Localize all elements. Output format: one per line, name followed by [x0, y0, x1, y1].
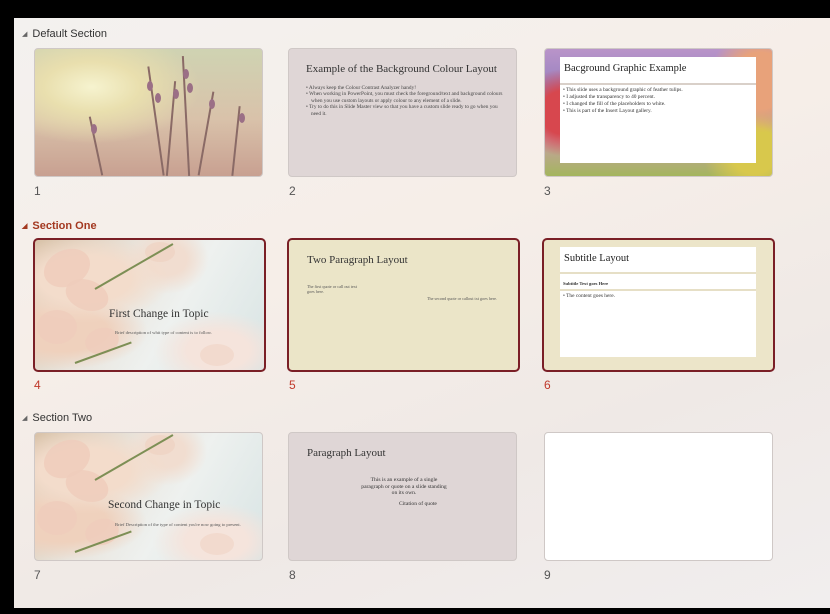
slide-title: Two Paragraph Layout — [307, 254, 408, 266]
bullet: Try to do this in Slide Master view so t… — [306, 104, 506, 117]
slide-title: Subtitle Layout — [564, 253, 630, 264]
slide-thumbnail-1[interactable] — [34, 48, 263, 177]
slide-thumbnail-8[interactable]: Paragraph Layout This is an example of a… — [288, 432, 517, 561]
slide-subtitle: Brief description of whit type of conten… — [115, 330, 212, 335]
slide-number: 8 — [289, 568, 296, 582]
section-header-one[interactable]: ◢ Section One — [22, 220, 97, 232]
section-label: Default Section — [32, 28, 107, 40]
slide-number: 6 — [544, 378, 551, 392]
slide-sorter-pane[interactable]: ◢ Default Section 1 Example of the Backg… — [14, 18, 830, 608]
paragraph-left: The first quote or call out text goes he… — [307, 284, 358, 294]
slide-bullets: This slide uses a background graphic of … — [563, 87, 683, 115]
bullet: When working in PowerPoint, you must che… — [306, 91, 506, 104]
section-header-two[interactable]: ◢ Section Two — [22, 412, 92, 424]
slide-quote: This is an example of a single paragraph… — [361, 477, 447, 497]
collapse-triangle-icon[interactable]: ◢ — [22, 414, 27, 422]
slide-title: Example of the Background Colour Layout — [306, 63, 497, 75]
slide-thumbnail-2[interactable]: Example of the Background Colour Layout … — [288, 48, 517, 177]
slide-number: 9 — [544, 568, 551, 582]
collapse-triangle-icon[interactable]: ◢ — [22, 222, 27, 230]
section-label: Section Two — [32, 412, 93, 424]
slide-title: First Change in Topic — [109, 308, 209, 320]
slide-number: 4 — [34, 378, 41, 392]
slide-citation: Citation of quote — [399, 501, 437, 507]
slide-number: 3 — [544, 184, 551, 198]
slide-title: Paragraph Layout — [307, 447, 386, 459]
slide-number: 2 — [289, 184, 296, 198]
slide-bullets: Always keep the Colour Contrast Analyzer… — [306, 85, 506, 117]
bullet: This is part of the Insert Layout galler… — [563, 108, 683, 115]
slide-thumbnail-4[interactable]: First Change in Topic Brief description … — [33, 238, 266, 372]
slide-title: Second Change in Topic — [108, 499, 221, 511]
slide-number: 1 — [34, 184, 41, 198]
collapse-triangle-icon[interactable]: ◢ — [22, 30, 27, 38]
slide-thumbnail-6[interactable]: Subtitle Layout Subtitle Text goes Here … — [542, 238, 775, 372]
slide-thumbnail-9[interactable] — [544, 432, 773, 561]
section-label: Section One — [32, 220, 97, 232]
slide-thumbnail-3[interactable]: Bacground Graphic Example This slide use… — [544, 48, 773, 177]
slide-number: 7 — [34, 568, 41, 582]
section-header-default[interactable]: ◢ Default Section — [22, 28, 107, 40]
slide-subtitle: Brief Description of the type of content… — [115, 522, 241, 527]
bullet: I changed the fill of the placeholders t… — [563, 101, 683, 108]
slide-thumbnail-7[interactable]: Second Change in Topic Brief Description… — [34, 432, 263, 561]
bullet: This slide uses a background graphic of … — [563, 87, 683, 94]
slide-content: • The content goes here. — [563, 293, 615, 299]
paragraph-right: The second quote or callout txt goes her… — [427, 296, 498, 301]
slide-title: Bacground Graphic Example — [564, 63, 687, 74]
slide-number: 5 — [289, 378, 296, 392]
slide-subtitle: Subtitle Text goes Here — [563, 281, 609, 286]
bullet: I adjusted the transparency to 40 percen… — [563, 94, 683, 101]
slide-thumbnail-5[interactable]: Two Paragraph Layout The first quote or … — [287, 238, 520, 372]
